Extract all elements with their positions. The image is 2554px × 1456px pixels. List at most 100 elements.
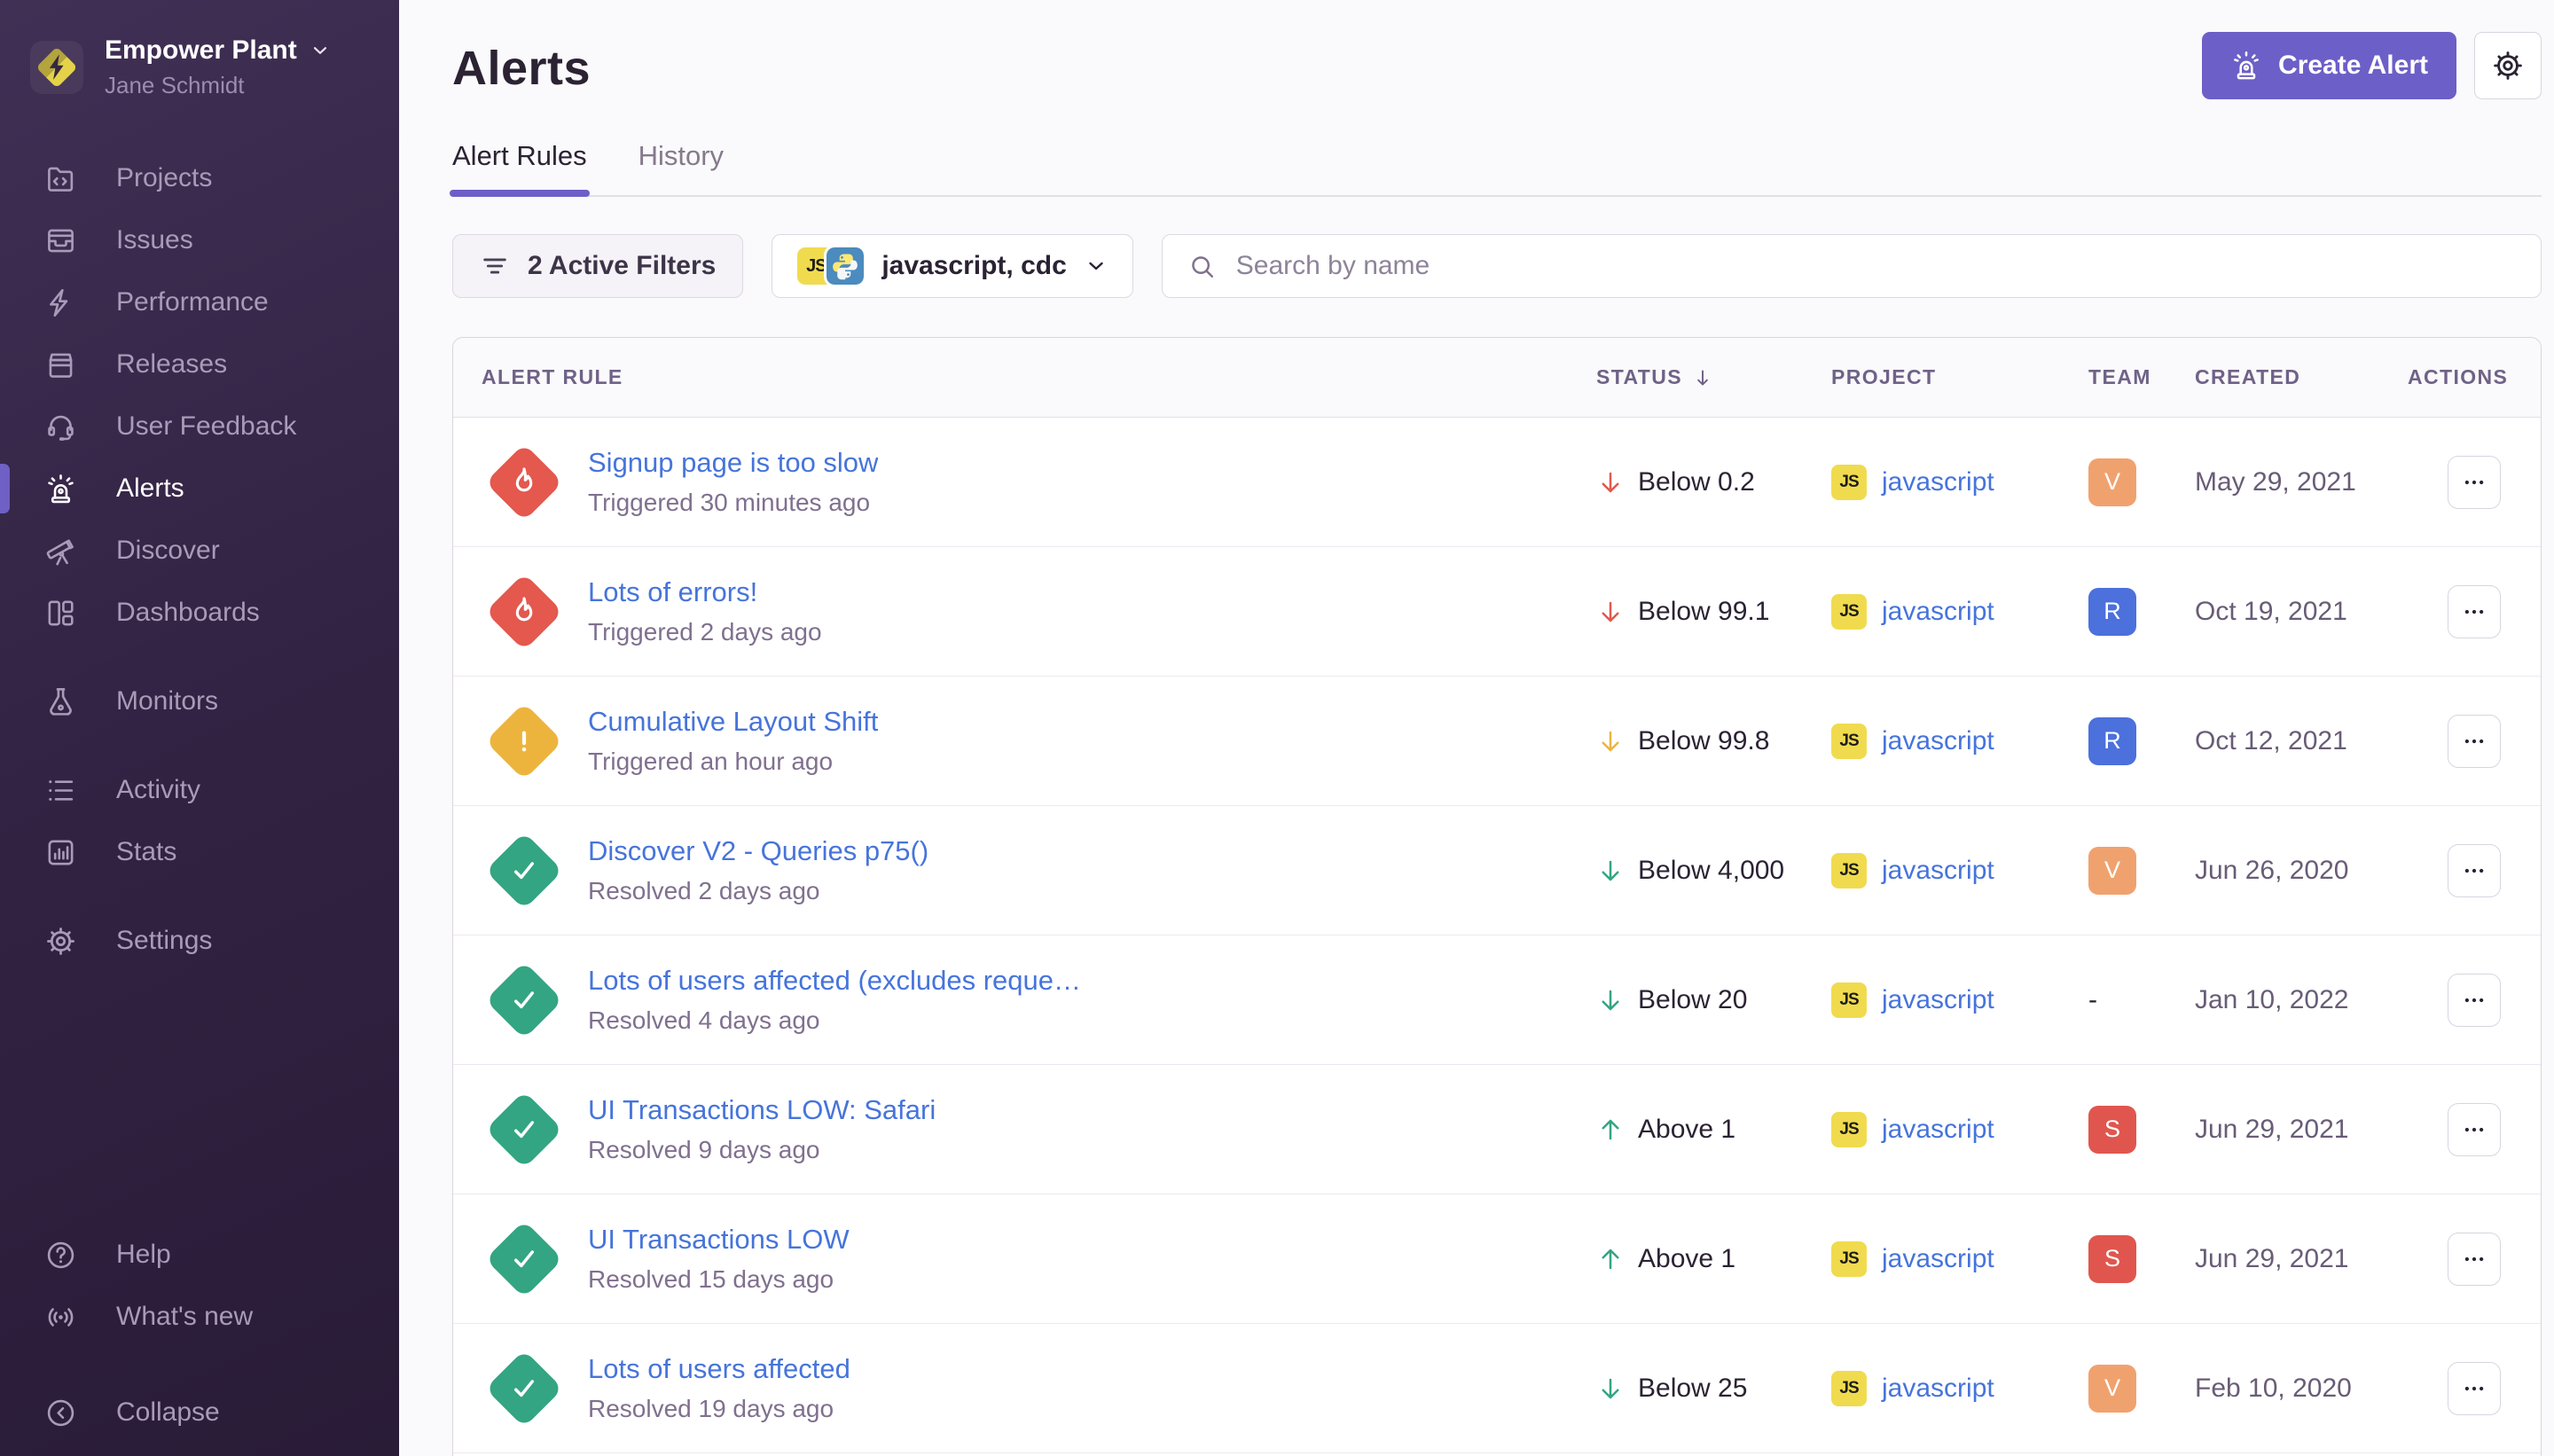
project-link[interactable]: javascript xyxy=(1882,1374,1994,1404)
alert-rule-link[interactable]: UI Transactions LOW xyxy=(588,1224,850,1256)
sidebar-item-issues[interactable]: Issues xyxy=(0,209,399,271)
actions-cell xyxy=(2408,1103,2541,1156)
sidebar-item-monitors[interactable]: Monitors xyxy=(0,670,399,732)
alert-rule-subtext: Resolved 4 days ago xyxy=(588,1006,1081,1035)
ellipsis-icon xyxy=(2461,857,2487,884)
sidebar-item-projects[interactable]: Projects xyxy=(0,147,399,209)
search-icon xyxy=(1187,252,1217,281)
sidebar-item-label: Help xyxy=(116,1240,171,1270)
help-icon xyxy=(44,1239,77,1272)
page-title: Alerts xyxy=(452,41,591,96)
actions-cell xyxy=(2408,456,2541,509)
team-cell: V xyxy=(2088,847,2195,895)
alert-rule-link[interactable]: Signup page is too slow xyxy=(588,447,878,479)
create-alert-button[interactable]: Create Alert xyxy=(2202,32,2456,99)
chevron-down-icon xyxy=(1085,254,1108,278)
collapse-icon xyxy=(44,1397,77,1429)
sidebar-item-settings[interactable]: Settings xyxy=(0,910,399,972)
javascript-platform-icon: JS xyxy=(1831,1112,1867,1147)
alert-rules-table: ALERT RULE STATUS PROJECT TEAM CREATED A… xyxy=(452,337,2542,1456)
search-box xyxy=(1162,234,2542,298)
tab-history[interactable]: History xyxy=(638,140,724,195)
created-date: Feb 10, 2020 xyxy=(2195,1374,2408,1404)
status-cell: Above 1 xyxy=(1596,1244,1831,1274)
issues-icon xyxy=(44,224,77,257)
org-logo xyxy=(30,41,83,94)
tab-alert-rules[interactable]: Alert Rules xyxy=(452,140,587,195)
sidebar-item-collapse[interactable]: Collapse xyxy=(0,1382,399,1444)
column-header-project: PROJECT xyxy=(1831,365,2088,389)
alert-rule-link[interactable]: Lots of users affected (excludes reque… xyxy=(588,965,1081,997)
org-user: Jane Schmidt xyxy=(105,72,331,99)
created-date: Jun 29, 2021 xyxy=(2195,1244,2408,1274)
threshold-arrow-icon xyxy=(1596,986,1625,1014)
column-header-status[interactable]: STATUS xyxy=(1596,365,1831,389)
sidebar-item-label: Alerts xyxy=(116,474,184,504)
alert-rule-subtext: Resolved 2 days ago xyxy=(588,877,928,905)
sidebar-item-performance[interactable]: Performance xyxy=(0,271,399,333)
project-link[interactable]: javascript xyxy=(1882,985,1994,1015)
sidebar-item-label: Settings xyxy=(116,926,212,956)
alert-rule-link[interactable]: Lots of errors! xyxy=(588,576,822,608)
sidebar-item-releases[interactable]: Releases xyxy=(0,333,399,395)
team-cell: V xyxy=(2088,1365,2195,1413)
org-switcher[interactable]: Empower Plant Jane Schmidt xyxy=(0,23,399,112)
alert-status-diamond-icon xyxy=(485,1350,563,1428)
sidebar-item-label: Collapse xyxy=(116,1397,220,1428)
org-name: Empower Plant xyxy=(105,35,331,66)
table-body: Signup page is too slow Triggered 30 min… xyxy=(453,418,2541,1453)
project-link[interactable]: javascript xyxy=(1882,856,1994,886)
active-filters-button[interactable]: 2 Active Filters xyxy=(452,234,743,298)
created-date: May 29, 2021 xyxy=(2195,467,2408,497)
row-actions-button[interactable] xyxy=(2448,1103,2501,1156)
sidebar-item-discover[interactable]: Discover xyxy=(0,520,399,582)
project-link[interactable]: javascript xyxy=(1882,597,1994,627)
sidebar-item-stats[interactable]: Stats xyxy=(0,821,399,883)
alert-rule-link[interactable]: Discover V2 - Queries p75() xyxy=(588,835,928,867)
alert-rule-link[interactable]: UI Transactions LOW: Safari xyxy=(588,1094,936,1126)
alert-rule-link[interactable]: Lots of users affected xyxy=(588,1353,850,1385)
search-input[interactable] xyxy=(1234,250,2516,282)
project-cell: JS javascript xyxy=(1831,724,2088,759)
sidebar-item-alerts[interactable]: Alerts xyxy=(0,458,399,520)
row-actions-button[interactable] xyxy=(2448,715,2501,768)
ellipsis-icon xyxy=(2461,1116,2487,1143)
settings-button[interactable] xyxy=(2474,32,2542,99)
project-link[interactable]: javascript xyxy=(1882,1244,1994,1274)
sidebar-item-what-s-new[interactable]: What's new xyxy=(0,1286,399,1348)
sidebar: Empower Plant Jane Schmidt Projects Issu… xyxy=(0,0,399,1456)
status-cell: Above 1 xyxy=(1596,1115,1831,1145)
ellipsis-icon xyxy=(2461,1375,2487,1402)
user-feedback-icon xyxy=(44,411,77,443)
performance-icon xyxy=(44,286,77,319)
project-selector[interactable]: JS javascript, cdc xyxy=(772,234,1132,298)
project-link[interactable]: javascript xyxy=(1882,467,1994,497)
sidebar-item-user-feedback[interactable]: User Feedback xyxy=(0,395,399,458)
project-link[interactable]: javascript xyxy=(1882,1115,1994,1145)
ellipsis-icon xyxy=(2461,469,2487,496)
row-actions-button[interactable] xyxy=(2448,585,2501,638)
sidebar-section: Monitors xyxy=(0,670,399,732)
alert-status-diamond-icon xyxy=(485,573,563,651)
alert-rule-link[interactable]: Cumulative Layout Shift xyxy=(588,706,878,738)
team-badge: R xyxy=(2088,588,2136,636)
status-value: Below 4,000 xyxy=(1638,856,1784,886)
row-actions-button[interactable] xyxy=(2448,844,2501,897)
project-link[interactable]: javascript xyxy=(1882,726,1994,756)
sidebar-item-dashboards[interactable]: Dashboards xyxy=(0,582,399,644)
siren-icon xyxy=(2230,50,2262,82)
row-actions-button[interactable] xyxy=(2448,1362,2501,1415)
sidebar-item-activity[interactable]: Activity xyxy=(0,759,399,821)
sidebar-spacer xyxy=(0,998,399,1224)
row-actions-button[interactable] xyxy=(2448,1233,2501,1286)
status-cell: Below 0.2 xyxy=(1596,467,1831,497)
alert-rule-subtext: Triggered 30 minutes ago xyxy=(588,489,878,517)
status-value: Above 1 xyxy=(1638,1244,1735,1274)
created-date: Jan 10, 2022 xyxy=(2195,985,2408,1015)
alert-status-diamond-icon xyxy=(485,702,563,780)
sidebar-item-label: Monitors xyxy=(116,686,218,716)
sidebar-item-help[interactable]: Help xyxy=(0,1224,399,1286)
alert-status-diamond-icon xyxy=(485,961,563,1039)
row-actions-button[interactable] xyxy=(2448,456,2501,509)
row-actions-button[interactable] xyxy=(2448,974,2501,1027)
